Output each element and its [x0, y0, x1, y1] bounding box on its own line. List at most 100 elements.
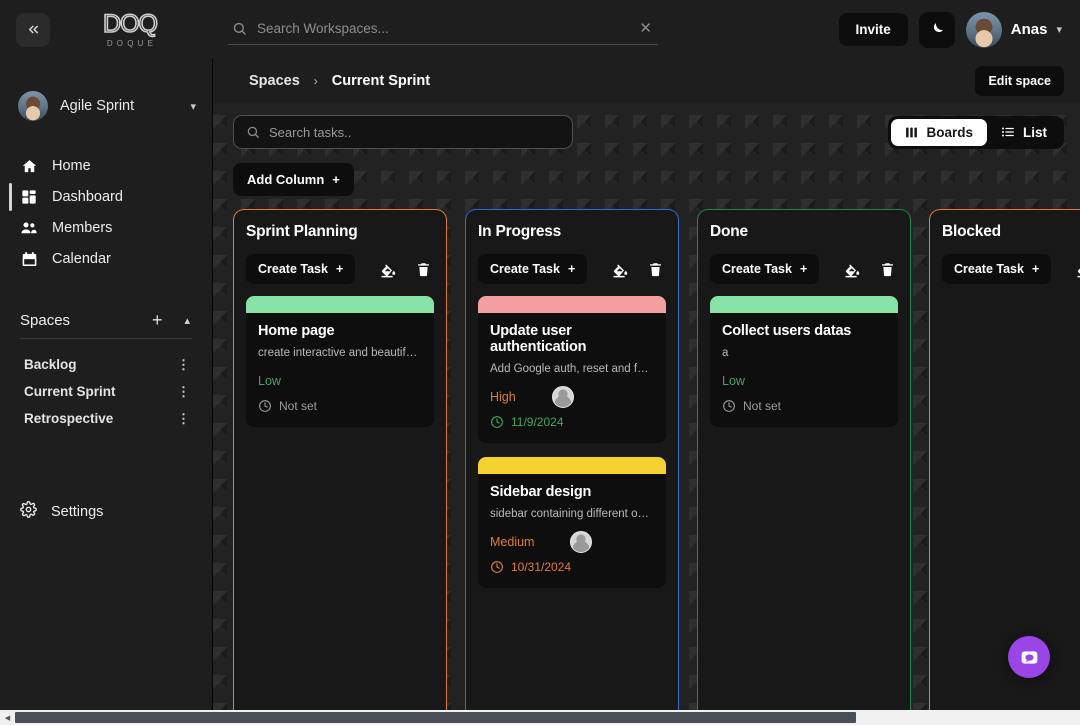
card-color-strip — [478, 296, 666, 313]
paint-bucket-icon[interactable] — [377, 258, 399, 280]
plus-icon: + — [799, 262, 808, 276]
card-color-strip — [246, 296, 434, 313]
clear-search-icon[interactable]: ✕ — [637, 21, 654, 36]
chat-widget-button[interactable] — [1008, 636, 1050, 678]
card-description: create interactive and beautiful ho… — [258, 347, 422, 359]
create-task-label: Create Task — [954, 262, 1024, 276]
task-card[interactable]: Home page create interactive and beautif… — [246, 296, 434, 427]
moon-icon — [934, 23, 944, 33]
scrollbar-track[interactable] — [15, 712, 1080, 723]
board-column-sprint-planning: Sprint Planning Create Task + Home page … — [233, 209, 447, 710]
sidebar-space-current-sprint[interactable]: Current Sprint ⋮ — [0, 378, 212, 405]
sidebar-item-members[interactable]: Members — [0, 213, 212, 243]
column-title: In Progress — [478, 223, 562, 240]
board-column-blocked: Blocked Create Task + — [929, 209, 1080, 710]
clock-icon — [491, 416, 503, 428]
theme-toggle-button[interactable] — [918, 11, 955, 48]
column-actions: Create Task + — [710, 254, 898, 284]
due-date-label: Not set — [279, 399, 318, 413]
task-card[interactable]: Collect users datas a Low Not set — [710, 296, 898, 427]
column-actions: Create Task + — [942, 254, 1080, 284]
main-content: Spaces › Current Sprint Edit space Board… — [212, 59, 1080, 710]
plus-icon: + — [567, 262, 576, 276]
card-color-strip — [478, 457, 666, 474]
trash-icon[interactable] — [412, 258, 434, 280]
card-description: Add Google auth, reset and forgot … — [490, 363, 654, 375]
members-icon — [20, 219, 38, 237]
create-task-button[interactable]: Create Task + — [246, 254, 356, 284]
chat-bubble-icon — [1021, 650, 1037, 664]
chevron-up-icon[interactable]: ▴ — [184, 314, 190, 327]
logo-main-text: DOQ — [102, 9, 159, 38]
workspace-selector[interactable]: Agile Sprint ▾ — [0, 91, 212, 121]
more-vertical-icon[interactable]: ⋮ — [177, 384, 190, 400]
due-date-label: 11/9/2024 — [511, 415, 564, 429]
sidebar-item-label: Settings — [51, 503, 104, 520]
sidebar-space-backlog[interactable]: Backlog ⋮ — [0, 351, 212, 378]
list-icon — [1001, 127, 1014, 137]
board[interactable]: Sprint Planning Create Task + Home page … — [213, 196, 1080, 710]
sidebar-item-dashboard[interactable]: Dashboard — [0, 182, 212, 212]
assignee-avatar[interactable] — [551, 386, 574, 408]
user-menu[interactable]: Anas ▾ — [965, 11, 1064, 48]
create-task-button[interactable]: Create Task + — [942, 254, 1052, 284]
breadcrumb-root[interactable]: Spaces — [249, 73, 300, 89]
sidebar-item-label: Calendar — [52, 251, 111, 267]
search-icon — [247, 126, 259, 138]
assignee-avatar[interactable] — [570, 531, 593, 553]
add-column-label: Add Column — [247, 172, 325, 187]
spaces-header: Spaces + ▴ — [0, 311, 212, 329]
space-label: Retrospective — [24, 411, 114, 426]
create-task-button[interactable]: Create Task + — [710, 254, 820, 284]
chevron-right-icon: › — [313, 74, 318, 88]
more-vertical-icon[interactable]: ⋮ — [177, 411, 190, 427]
space-label: Current Sprint — [24, 384, 116, 399]
trash-icon[interactable] — [876, 258, 898, 280]
edit-space-button[interactable]: Edit space — [975, 66, 1064, 96]
app-logo[interactable]: DOQ DOQUE — [70, 9, 190, 47]
task-search[interactable] — [233, 115, 573, 149]
paint-bucket-icon[interactable] — [1073, 258, 1080, 280]
due-date-label: 10/31/2024 — [511, 560, 572, 574]
card-title: Home page — [258, 323, 335, 339]
plus-icon[interactable]: + — [152, 311, 163, 329]
top-bar: DOQ DOQUE ✕ Invite Anas ▾ — [0, 0, 1080, 59]
calendar-icon — [20, 251, 38, 268]
home-icon — [20, 158, 38, 175]
invite-button[interactable]: Invite — [838, 13, 908, 46]
tab-boards[interactable]: Boards — [891, 118, 987, 146]
sidebar-item-home[interactable]: Home — [0, 151, 212, 181]
task-card[interactable]: Update user authentication Add Google au… — [478, 296, 666, 443]
create-task-button[interactable]: Create Task + — [478, 254, 588, 284]
sidebar-collapse-button[interactable] — [16, 12, 50, 47]
sidebar-item-settings[interactable]: Settings — [0, 501, 212, 522]
more-vertical-icon[interactable]: ⋮ — [177, 357, 190, 373]
priority-badge: High — [490, 390, 516, 404]
task-search-input[interactable] — [269, 124, 560, 140]
sidebar-item-calendar[interactable]: Calendar — [0, 244, 212, 274]
top-bar-actions: Invite Anas ▾ — [838, 11, 1064, 48]
scroll-left-arrow-icon[interactable]: ◀ — [0, 710, 15, 725]
tab-list[interactable]: List — [987, 119, 1061, 146]
workspace-search[interactable]: ✕ — [228, 15, 658, 45]
chevron-down-icon: ▾ — [190, 100, 196, 113]
clock-icon — [723, 400, 735, 412]
priority-badge: Low — [722, 374, 745, 388]
sidebar: Agile Sprint ▾ Home Dashboard Members Ca… — [0, 59, 212, 710]
dashboard-grid-icon — [20, 189, 38, 205]
clock-icon — [259, 400, 271, 412]
card-description: a — [722, 347, 729, 359]
gear-icon — [20, 501, 37, 522]
card-title: Sidebar design — [490, 484, 592, 500]
paint-bucket-icon[interactable] — [609, 258, 631, 280]
workspace-search-input[interactable] — [257, 20, 628, 36]
horizontal-scrollbar[interactable]: ◀ — [0, 710, 1080, 725]
add-column-button[interactable]: Add Column + — [233, 163, 354, 196]
due-date-label: Not set — [743, 399, 782, 413]
trash-icon[interactable] — [644, 258, 666, 280]
task-card[interactable]: Sidebar design sidebar containing differ… — [478, 457, 666, 588]
user-name-label: Anas — [1010, 21, 1048, 38]
scrollbar-thumb[interactable] — [15, 712, 857, 723]
sidebar-space-retrospective[interactable]: Retrospective ⋮ — [0, 405, 212, 432]
paint-bucket-icon[interactable] — [841, 258, 863, 280]
